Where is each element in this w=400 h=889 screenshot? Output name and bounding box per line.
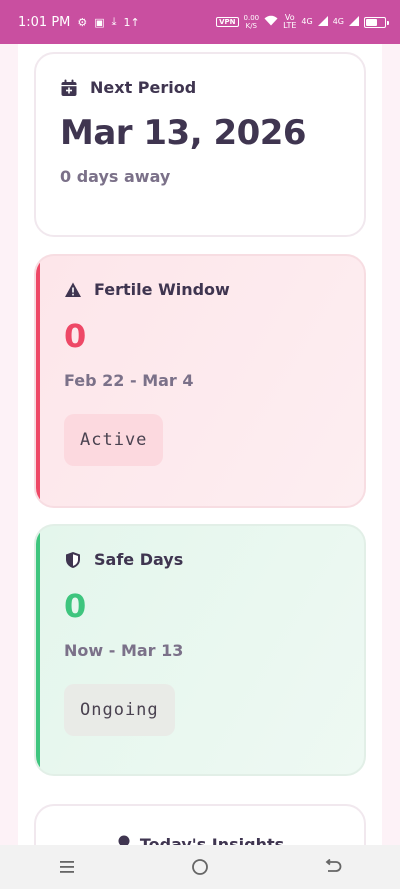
next-period-card: Next Period Mar 13, 2026 0 days away [34,52,366,237]
system-nav-bar [0,845,400,889]
fertile-status-badge: Active [64,414,164,466]
safe-days-title: Safe Days [94,550,184,569]
fertile-count: 0 [64,317,87,355]
status-time: 1:01 PM [18,14,71,30]
network-speed: 0.00 K/S [243,14,260,30]
next-period-date: Mar 13, 2026 [60,113,307,153]
fertile-window-card: Fertile Window 0 Feb 22 - Mar 4 Active [34,254,366,508]
insights-card: Today's Insights [34,804,366,845]
signal-1-indicator: 4G [301,17,313,26]
safe-days-card: Safe Days 0 Now - Mar 13 Ongoing [34,524,366,776]
safe-count: 0 [64,587,87,625]
wifi-icon [264,15,278,29]
signal-2-icon [349,15,359,29]
vpn-icon: VPN [216,17,239,27]
recent-apps-button[interactable] [47,852,87,882]
main-content[interactable]: Next Period Mar 13, 2026 0 days away Fer… [18,44,382,845]
signal-2-indicator: 4G [332,17,344,26]
home-button[interactable] [180,852,220,882]
safe-status-badge: Ongoing [64,684,175,736]
battery-icon [364,16,389,28]
next-period-title: Next Period [90,78,197,97]
days-away-text: 0 days away [60,167,171,186]
signal-1-icon [317,15,328,29]
status-bar: 1:01 PM ⚙ ▣ ⤓ 1↑ VPN 0.00 K/S Vo LTE 4G 4… [0,0,400,44]
warning-icon [64,281,82,299]
app-status-icon: ▣ [94,15,105,29]
volte-indicator: Vo LTE [283,13,297,30]
settings-status-icon: ⚙ [77,15,88,29]
calendar-plus-icon [60,79,78,97]
fertile-range: Feb 22 - Mar 4 [64,371,194,390]
download-status-icon: ⤓ [111,15,117,28]
insights-title: Today's Insights [139,834,285,846]
safe-range: Now - Mar 13 [64,641,184,660]
lightbulb-icon [116,834,132,845]
fertile-window-title: Fertile Window [94,280,230,299]
upload-status-icon: 1↑ [123,15,140,29]
back-button[interactable] [313,852,353,882]
shield-icon [64,551,82,569]
